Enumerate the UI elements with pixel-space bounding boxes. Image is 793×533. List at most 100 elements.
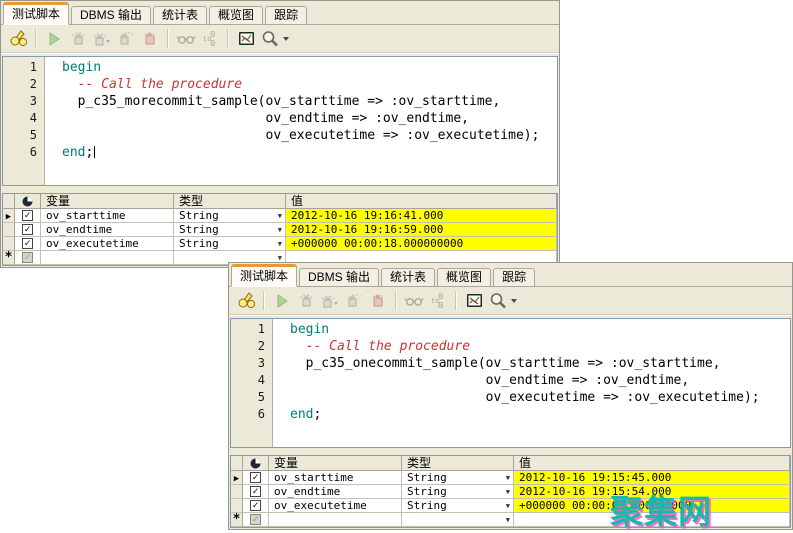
type-column-header[interactable]: 类型 [402,456,514,471]
type-dropdown-icon[interactable]: ▼ [278,223,285,237]
code-editor[interactable]: 123456 begin -- Call the procedure p_c35… [2,56,558,186]
variable-name-cell[interactable]: ov_starttime [41,209,174,223]
variable-column-header[interactable]: 变量 [269,456,402,471]
magnifier-dropdown-caret[interactable] [283,37,289,41]
step-over-icon[interactable] [92,29,112,49]
variable-value-cell[interactable]: 2012-10-16 19:15:54.000 [514,485,790,499]
code-line[interactable]: -- Call the procedure [62,76,557,93]
type-dropdown-icon[interactable]: ▼ [506,513,513,527]
variable-type-cell[interactable]: String▼ [174,223,286,237]
step-out-icon[interactable] [116,29,136,49]
test-script-icon[interactable] [8,29,28,49]
variable-name-cell[interactable]: ov_starttime [269,471,402,485]
step-into-icon[interactable] [296,291,316,311]
variable-value-cell[interactable]: +000000 00:00:18.000000000 [286,237,557,251]
code-line[interactable]: ov_executetime => :ov_executetime); [290,389,790,406]
code-editor[interactable]: 123456 begin -- Call the procedure p_c35… [230,318,791,448]
variable-value-cell[interactable] [514,513,790,527]
magnifier-icon[interactable] [488,291,518,311]
stop-icon[interactable] [368,291,388,311]
zero-to-zero-icon[interactable]: 0 to 0 [428,291,448,311]
code-line[interactable]: begin [290,321,790,338]
code-line[interactable]: -- Call the procedure [290,338,790,355]
row-indicator[interactable] [231,499,243,513]
tab-inactive[interactable]: 跟踪 [493,268,535,286]
tab-inactive[interactable]: DBMS 输出 [299,268,379,286]
monitor-icon[interactable] [236,29,256,49]
variable-enabled-checkbox[interactable]: ✓ [22,224,33,235]
variable-enabled-checkbox[interactable]: ✓ [22,252,33,263]
zero-to-zero-icon[interactable]: 0 to 0 [200,29,220,49]
variable-enabled-checkbox[interactable]: ✓ [250,514,261,525]
glasses-icon[interactable] [176,29,196,49]
tab-inactive[interactable]: 跟踪 [265,6,307,24]
tab-inactive[interactable]: 统计表 [153,6,207,24]
monitor-icon[interactable] [464,291,484,311]
code-line[interactable]: begin [62,59,557,76]
variable-name-cell[interactable] [41,251,174,265]
type-dropdown-icon[interactable]: ▼ [506,471,513,485]
stop-icon[interactable] [140,29,160,49]
code-line[interactable]: ov_executetime => :ov_executetime); [62,127,557,144]
variable-name-cell[interactable]: ov_executetime [269,499,402,513]
checkbox-cell[interactable]: ✓ [15,237,41,251]
code-text[interactable]: begin -- Call the procedure p_c35_moreco… [45,57,557,185]
code-line[interactable]: end; [62,144,557,161]
magnifier-icon[interactable] [260,29,290,49]
code-line[interactable]: p_c35_morecommit_sample(ov_starttime => … [62,93,557,110]
type-column-header[interactable]: 类型 [174,194,286,209]
step-out-icon[interactable] [344,291,364,311]
variable-value-cell[interactable]: 2012-10-16 19:16:59.000 [286,223,557,237]
variable-name-cell[interactable]: ov_endtime [269,485,402,499]
editor-grid-splitter[interactable] [1,186,559,193]
checkbox-cell[interactable]: ✓ [15,223,41,237]
code-line[interactable]: ov_endtime => :ov_endtime, [290,372,790,389]
type-dropdown-icon[interactable]: ▼ [506,485,513,499]
row-indicator[interactable] [3,223,15,237]
tab-active[interactable]: 测试脚本 [3,2,69,25]
checkbox-cell[interactable]: ✓ [15,209,41,223]
type-dropdown-icon[interactable]: ▼ [278,209,285,223]
variable-name-cell[interactable]: ov_endtime [41,223,174,237]
magnifier-dropdown-caret[interactable] [511,299,517,303]
tab-inactive[interactable]: 概览图 [437,268,491,286]
editor-grid-splitter[interactable] [229,448,792,455]
variable-type-cell[interactable]: String▼ [402,485,514,499]
type-dropdown-icon[interactable]: ▼ [506,499,513,513]
step-into-icon[interactable] [68,29,88,49]
code-line[interactable]: p_c35_onecommit_sample(ov_starttime => :… [290,355,790,372]
variable-enabled-checkbox[interactable]: ✓ [250,486,261,497]
variable-value-cell[interactable]: 2012-10-16 19:15:45.000 [514,471,790,485]
checkbox-cell[interactable]: ✓ [243,471,269,485]
row-indicator[interactable] [231,485,243,499]
run-icon[interactable] [44,29,64,49]
row-indicator[interactable]: ▶ [3,209,15,223]
variable-enabled-checkbox[interactable]: ✓ [250,472,261,483]
step-over-icon[interactable] [320,291,340,311]
checkbox-cell[interactable]: ✓ [243,485,269,499]
variable-enabled-checkbox[interactable]: ✓ [22,238,33,249]
variable-column-header[interactable]: 变量 [41,194,174,209]
tab-inactive[interactable]: DBMS 输出 [71,6,151,24]
checkbox-cell[interactable]: ✓ [243,499,269,513]
code-line[interactable]: end; [290,406,790,423]
variable-name-cell[interactable]: ov_executetime [41,237,174,251]
type-dropdown-icon[interactable]: ▼ [278,237,285,251]
glasses-icon[interactable] [404,291,424,311]
code-text[interactable]: begin -- Call the procedure p_c35_onecom… [273,319,790,447]
run-icon[interactable] [272,291,292,311]
value-column-header[interactable]: 值 [514,456,790,471]
variable-enabled-checkbox[interactable]: ✓ [22,210,33,221]
tab-inactive[interactable]: 概览图 [209,6,263,24]
variable-value-cell[interactable]: +000000 00:00:09.000000000 [514,499,790,513]
variable-type-cell[interactable]: ▼ [402,513,514,527]
variable-type-cell[interactable]: String▼ [402,499,514,513]
variable-value-cell[interactable]: 2012-10-16 19:16:41.000 [286,209,557,223]
code-line[interactable]: ov_endtime => :ov_endtime, [62,110,557,127]
variable-name-cell[interactable] [269,513,402,527]
variable-type-cell[interactable]: String▼ [174,209,286,223]
row-indicator[interactable] [3,237,15,251]
test-script-icon[interactable] [236,291,256,311]
variable-type-cell[interactable]: String▼ [174,237,286,251]
variable-type-cell[interactable]: String▼ [402,471,514,485]
